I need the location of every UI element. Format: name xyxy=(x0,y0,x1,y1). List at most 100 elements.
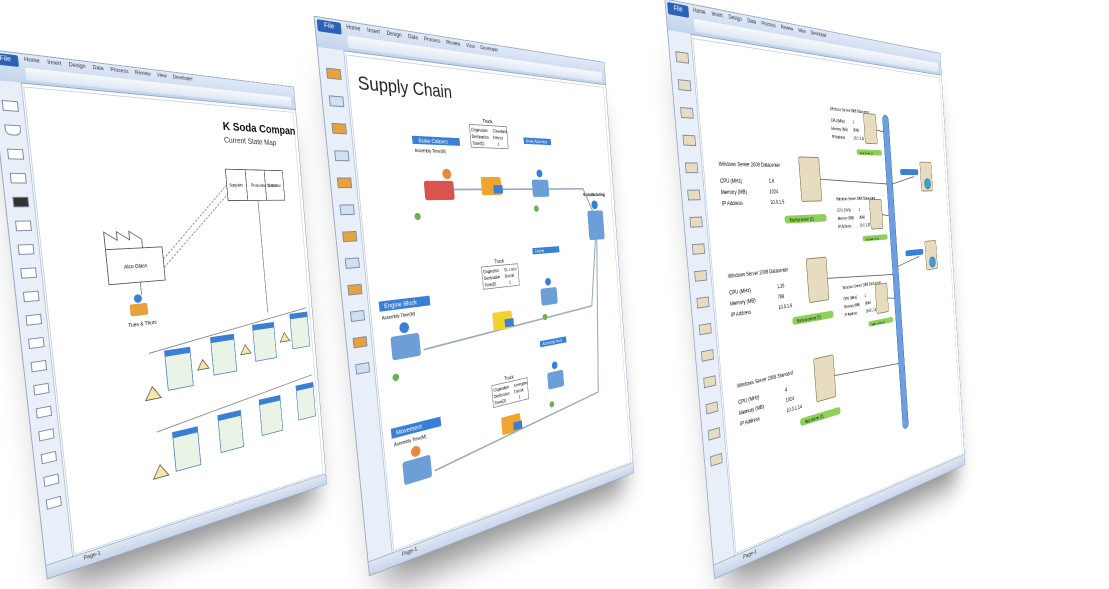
server-shape-icon[interactable] xyxy=(687,189,701,201)
process-row-2 xyxy=(146,375,317,480)
drawing-canvas[interactable]: Supply Chain Brake Calipers Assembly Tim… xyxy=(345,54,631,552)
diagram-title: K Soda Company xyxy=(222,119,301,137)
truck-title: Truck xyxy=(494,259,504,265)
tab-insert[interactable]: Insert xyxy=(47,60,62,67)
file-tab[interactable]: File xyxy=(667,1,690,18)
server-title: Windows Server 2008 Datacenter xyxy=(719,162,781,169)
truck-worker-icon xyxy=(129,293,149,317)
shape-icon[interactable] xyxy=(40,450,58,465)
server-tag-label: Web server (1) xyxy=(860,151,874,155)
box-shape-icon[interactable] xyxy=(347,283,363,296)
shape-icon[interactable] xyxy=(35,405,53,419)
box-shape-icon[interactable] xyxy=(342,230,358,243)
server-shape-icon[interactable] xyxy=(707,427,721,441)
status-dot xyxy=(533,205,539,212)
server-shape-icon[interactable] xyxy=(700,349,714,362)
truck-shape-icon[interactable] xyxy=(12,196,30,208)
tab-developer[interactable]: Developer xyxy=(480,46,498,54)
box-shape-icon[interactable] xyxy=(336,177,353,189)
tab-design[interactable]: Design xyxy=(69,62,86,69)
shape-icon[interactable] xyxy=(1,99,19,112)
shape-icon[interactable] xyxy=(45,495,62,510)
worker-shape-icon[interactable] xyxy=(350,309,365,323)
network-bus[interactable] xyxy=(882,115,908,429)
tab-review[interactable]: Review xyxy=(781,25,794,33)
tab-developer[interactable]: Developer xyxy=(173,75,194,82)
worker-icon xyxy=(540,277,558,306)
server-shape-icon[interactable] xyxy=(677,79,692,92)
server-shape-icon[interactable] xyxy=(698,322,712,336)
server-shape-icon[interactable] xyxy=(682,134,697,147)
server-shape-icon[interactable] xyxy=(689,216,703,228)
page-tab[interactable]: Page-1 xyxy=(743,549,757,560)
shape-icon[interactable] xyxy=(17,243,35,256)
server-card-2: Windows Server 2008 Datacenter CPU (MHz)… xyxy=(728,257,834,326)
tab-home[interactable]: Home xyxy=(346,25,361,33)
page-tab[interactable]: Page-1 xyxy=(83,551,101,562)
tab-view[interactable]: View xyxy=(798,28,806,35)
shape-icon[interactable] xyxy=(4,124,22,136)
tab-view[interactable]: View xyxy=(466,43,475,49)
tab-insert[interactable]: Insert xyxy=(711,11,723,19)
server-shape-icon[interactable] xyxy=(696,296,710,309)
truck-label: Tues & Thurs xyxy=(128,320,157,329)
tab-design[interactable]: Design xyxy=(386,31,402,39)
drawing-canvas[interactable]: K Soda Company Current State Map Product… xyxy=(23,86,324,556)
tab-home[interactable]: Home xyxy=(693,8,706,16)
tab-process[interactable]: Process xyxy=(761,21,776,29)
truck-shape-icon[interactable] xyxy=(326,67,342,81)
shape-icon[interactable] xyxy=(6,148,25,160)
shape-icon[interactable] xyxy=(14,220,32,232)
tab-developer[interactable]: Developer xyxy=(810,31,826,39)
node-header[interactable] xyxy=(900,168,919,176)
tab-design[interactable]: Design xyxy=(728,15,742,23)
shape-icon[interactable] xyxy=(20,267,38,279)
value-stream-map: K Soda Company Current State Map Product… xyxy=(24,119,324,556)
shape-icon[interactable] xyxy=(25,313,43,326)
shape-icon[interactable] xyxy=(33,382,50,396)
cell: 1.26 xyxy=(777,284,785,291)
server-shape-icon[interactable] xyxy=(694,269,708,282)
server-shape-icon[interactable] xyxy=(709,452,723,467)
server-shape-icon[interactable] xyxy=(691,243,706,255)
tab-process[interactable]: Process xyxy=(110,67,129,74)
shape-icon[interactable] xyxy=(28,336,45,350)
tab-insert[interactable]: Insert xyxy=(367,28,380,36)
truck-title: Truck xyxy=(482,119,492,125)
shape-icon[interactable] xyxy=(9,172,27,184)
worker-shape-icon[interactable] xyxy=(339,204,355,216)
tab-review[interactable]: Review xyxy=(135,70,151,77)
box-shape-icon[interactable] xyxy=(352,336,368,349)
shape-icon[interactable] xyxy=(38,428,55,442)
server-shape-icon[interactable] xyxy=(684,162,699,174)
server-shape-icon[interactable] xyxy=(705,401,719,415)
server-title: Windows Server 2008 Datacenter xyxy=(728,267,789,280)
box-shape-icon[interactable] xyxy=(331,122,347,135)
tab-review[interactable]: Review xyxy=(446,40,461,47)
worker-shape-icon[interactable] xyxy=(355,361,371,375)
node-header[interactable] xyxy=(905,248,924,257)
tab-data[interactable]: Data xyxy=(747,18,756,25)
shape-icon[interactable] xyxy=(30,359,48,373)
server-shape-icon[interactable] xyxy=(675,51,690,64)
tab-home[interactable]: Home xyxy=(24,57,40,65)
status-dot xyxy=(414,212,422,221)
cell: 1024 xyxy=(786,396,795,404)
page-tab[interactable]: Page-1 xyxy=(402,547,418,558)
file-tab[interactable]: File xyxy=(316,19,342,35)
file-tab[interactable]: File xyxy=(0,52,20,68)
shape-icon[interactable] xyxy=(22,290,40,303)
tab-data[interactable]: Data xyxy=(408,34,418,41)
worker-shape-icon[interactable] xyxy=(334,150,350,162)
worker-shape-icon[interactable] xyxy=(328,95,345,108)
server-card-1: Windows Server 2008 Datacenter CPU (MHz)… xyxy=(719,154,827,224)
cell: 10.0.1.14 xyxy=(786,404,802,414)
tab-process[interactable]: Process xyxy=(424,37,441,45)
status-dot xyxy=(392,373,400,382)
server-shape-icon[interactable] xyxy=(703,375,717,389)
tab-view[interactable]: View xyxy=(157,73,167,79)
server-shape-icon[interactable] xyxy=(680,106,694,119)
tab-data[interactable]: Data xyxy=(92,65,104,72)
shape-icon[interactable] xyxy=(43,473,60,488)
worker-shape-icon[interactable] xyxy=(344,257,360,269)
